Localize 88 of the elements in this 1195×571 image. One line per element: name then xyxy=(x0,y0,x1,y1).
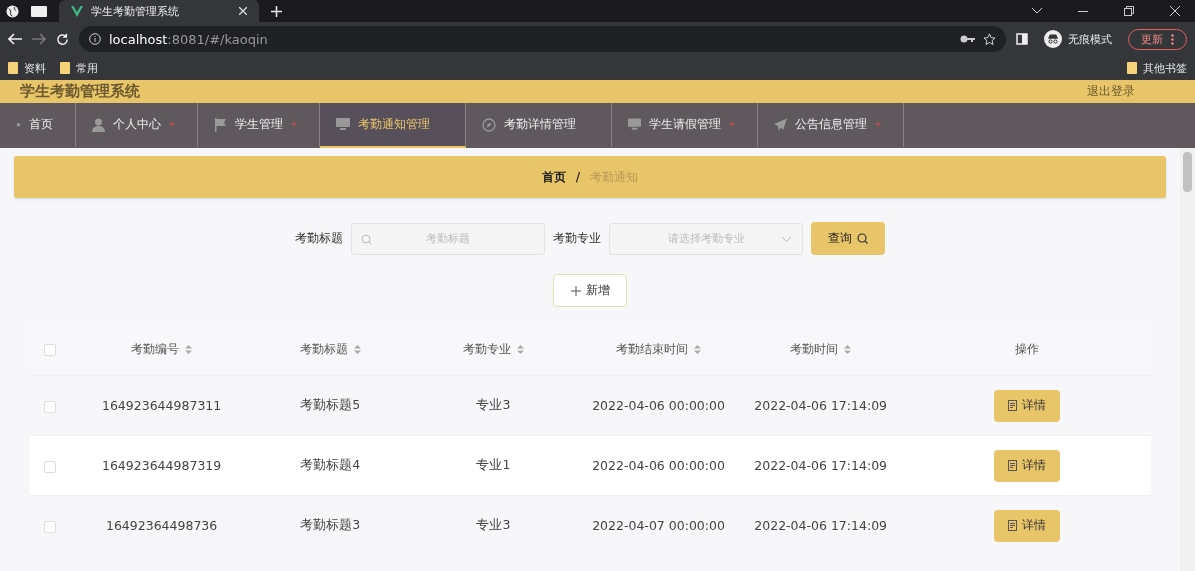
close-icon[interactable] xyxy=(1170,6,1180,16)
compass-icon xyxy=(482,117,496,132)
monitor-icon xyxy=(336,118,350,131)
incognito-icon xyxy=(1044,30,1062,48)
table-cell: 2022-04-06 00:00:00 xyxy=(592,398,725,413)
info-icon xyxy=(89,33,101,45)
plus-icon xyxy=(570,285,581,296)
breadcrumb-item[interactable]: 首页 xyxy=(541,168,566,186)
address-field[interactable]: localhost:8081/#/kaoqin xyxy=(79,26,1006,52)
bookmark-item[interactable]: 常用 xyxy=(60,60,98,76)
table-cell: 2022-04-06 17:14:09 xyxy=(754,518,888,533)
column-header: 操作 xyxy=(1015,340,1040,358)
nav-tab[interactable]: 首页 xyxy=(0,103,76,148)
table-cell: 2022-04-06 17:14:09 xyxy=(754,398,888,413)
table-cell: 16492364498736 xyxy=(105,518,218,533)
forward-icon[interactable] xyxy=(32,33,46,45)
document-icon xyxy=(1008,520,1018,531)
breadcrumb-separator: / xyxy=(575,170,581,184)
column-header[interactable]: 考勤结束时间 xyxy=(616,340,688,358)
document-icon xyxy=(1008,460,1018,471)
close-icon[interactable] xyxy=(239,7,247,15)
column-header[interactable]: 考勤编号 xyxy=(131,340,180,358)
field-label: 考勤标题 xyxy=(295,230,343,247)
chevron-down-icon[interactable] xyxy=(1032,8,1042,14)
nav-tab[interactable]: 公告信息管理 xyxy=(758,103,904,148)
table-cell: 164923644987311 xyxy=(101,398,222,413)
vue-logo-icon xyxy=(71,5,83,17)
field-label: 考勤专业 xyxy=(553,230,601,247)
logout-link[interactable]: 退出登录 xyxy=(1087,83,1135,100)
flag-icon xyxy=(214,117,227,132)
table-cell: 2022-04-06 00:00:00 xyxy=(592,458,725,473)
column-header[interactable]: 考勤专业 xyxy=(462,340,511,358)
detail-button[interactable]: 详情 xyxy=(994,449,1061,482)
table-cell: 考勤标题3 xyxy=(300,517,361,532)
table-cell: 专业3 xyxy=(476,397,511,412)
detail-button[interactable]: 详情 xyxy=(994,509,1061,542)
paper-plane-icon xyxy=(774,117,787,132)
nav-tab[interactable]: 个人中心 xyxy=(76,103,198,148)
minimize-icon[interactable] xyxy=(1078,10,1088,12)
user-icon xyxy=(92,117,105,132)
window-icon[interactable] xyxy=(31,5,47,17)
nav-tab[interactable]: 考勤通知管理 xyxy=(320,103,466,148)
incognito-profile-button[interactable]: 无痕模式 xyxy=(1038,28,1118,50)
key-icon[interactable] xyxy=(960,35,975,43)
caret-icon xyxy=(875,122,881,127)
folder-icon xyxy=(8,62,18,74)
new-tab-icon[interactable] xyxy=(271,5,282,17)
search-icon xyxy=(857,233,868,244)
column-header[interactable]: 考勤标题 xyxy=(299,340,348,358)
restore-icon[interactable] xyxy=(1124,6,1134,16)
back-icon[interactable] xyxy=(8,33,22,45)
table-cell: 专业3 xyxy=(476,517,511,532)
row-checkbox[interactable] xyxy=(44,460,56,473)
column-header[interactable]: 考勤时间 xyxy=(790,340,839,358)
document-icon xyxy=(1008,400,1018,411)
folder-icon xyxy=(1127,62,1137,74)
search-icon xyxy=(361,233,372,245)
table-cell: 考勤标题5 xyxy=(300,397,361,412)
table-cell: 2022-04-06 17:14:09 xyxy=(754,458,888,473)
row-checkbox[interactable] xyxy=(44,520,56,533)
globe-icon[interactable] xyxy=(6,4,19,18)
app-title: 学生考勤管理系统 xyxy=(20,82,141,101)
table-cell: 164923644987319 xyxy=(101,458,222,473)
chevron-down-icon xyxy=(782,236,791,242)
bookmark-item[interactable]: 资料 xyxy=(8,60,46,76)
caret-icon xyxy=(729,122,735,127)
star-icon[interactable] xyxy=(983,32,996,46)
query-button[interactable]: 查询 xyxy=(811,222,885,255)
detail-button[interactable]: 详情 xyxy=(994,389,1061,422)
side-panel-icon[interactable] xyxy=(1016,33,1028,45)
browser-tab[interactable]: 学生考勤管理系统 xyxy=(59,0,259,22)
table-cell: 专业1 xyxy=(476,457,511,472)
nav-tab[interactable]: 学生请假管理 xyxy=(612,103,758,148)
nav-tab[interactable]: 考勤详情管理 xyxy=(466,103,612,148)
folder-icon xyxy=(60,62,70,74)
row-checkbox[interactable] xyxy=(44,343,56,356)
reload-icon[interactable] xyxy=(56,32,69,46)
more-vertical-icon xyxy=(1171,33,1174,45)
table-cell: 2022-04-07 00:00:00 xyxy=(592,518,725,533)
row-checkbox[interactable] xyxy=(44,400,56,413)
scrollbar[interactable] xyxy=(1180,148,1195,571)
table-cell: 考勤标题4 xyxy=(300,457,361,472)
scrollbar-thumb[interactable] xyxy=(1183,152,1192,192)
bookmark-item[interactable]: 其他书签 xyxy=(1127,60,1187,76)
caret-icon xyxy=(291,122,297,127)
caret-icon xyxy=(169,122,175,127)
monitor-icon xyxy=(628,118,641,131)
add-button[interactable]: 新增 xyxy=(553,274,627,307)
